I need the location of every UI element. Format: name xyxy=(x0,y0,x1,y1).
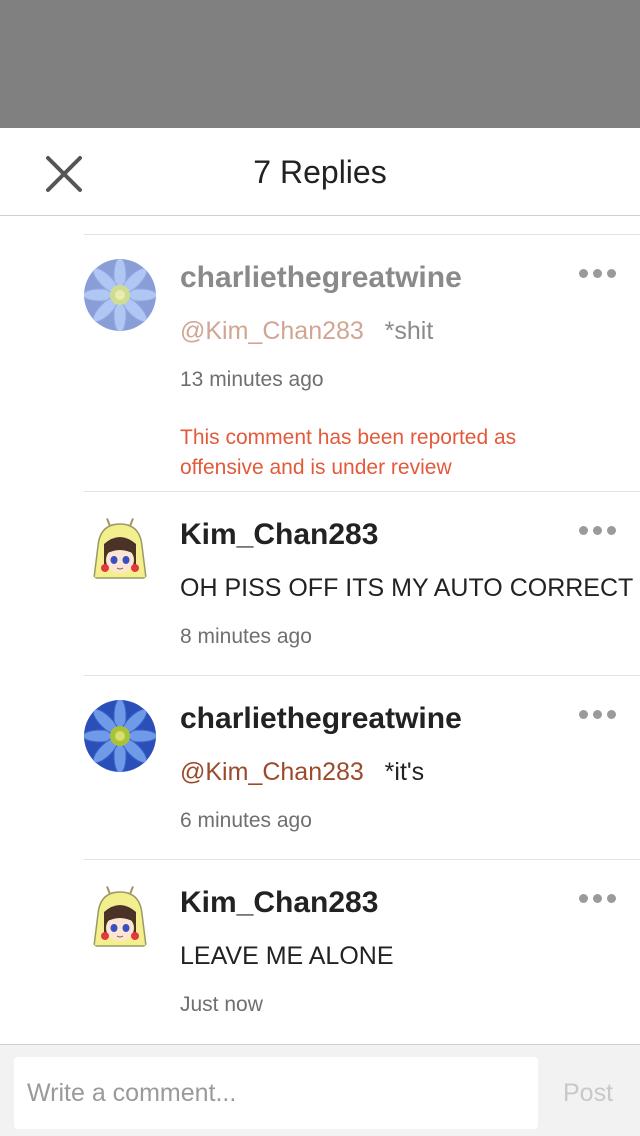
comment-body: OH PISS OFF ITS MY AUTO CORRECT xyxy=(180,574,633,603)
comment-username[interactable]: Kim_Chan283 xyxy=(180,886,378,920)
comment-mention[interactable]: @Kim_Chan283 xyxy=(180,758,364,786)
comment-text: *it's xyxy=(384,758,425,786)
comment-username[interactable]: charliethegreatwine xyxy=(180,702,462,736)
more-options-button[interactable] xyxy=(578,888,618,908)
comment-item: Kim_Chan283 OH PISS OFF ITS MY AUTO CORR… xyxy=(0,492,640,676)
comment-body: @Kim_Chan283 *shit xyxy=(180,317,433,346)
comment-body: @Kim_Chan283 *it's xyxy=(180,758,424,787)
comment-item: charliethegreatwine @Kim_Chan283 *shit 1… xyxy=(0,234,640,492)
anime-character-avatar xyxy=(84,884,156,956)
blue-flower-avatar xyxy=(84,700,156,772)
comment-timestamp: 8 minutes ago xyxy=(180,625,312,648)
more-options-button[interactable] xyxy=(578,704,618,724)
comment-item: Kim_Chan283 LEAVE ME ALONE Just now xyxy=(0,860,640,1044)
comment-username[interactable]: charliethegreatwine xyxy=(180,261,462,295)
more-options-button[interactable] xyxy=(578,520,618,540)
avatar[interactable] xyxy=(84,259,156,331)
avatar[interactable] xyxy=(84,700,156,772)
avatar[interactable] xyxy=(84,884,156,956)
report-notice: This comment has been reported as offens… xyxy=(180,426,517,479)
sheet-header: 7 Replies xyxy=(0,128,640,216)
page-title: 7 Replies xyxy=(253,154,387,190)
anime-character-avatar xyxy=(84,516,156,588)
replies-list[interactable]: charliethegreatwine @Kim_Chan283 *shit 1… xyxy=(0,217,640,1044)
comment-item: charliethegreatwine @Kim_Chan283 *it's 6… xyxy=(0,676,640,860)
background-scrim[interactable] xyxy=(0,0,640,128)
comment-username[interactable]: Kim_Chan283 xyxy=(180,518,378,552)
comment-composer: Post xyxy=(0,1044,640,1136)
comment-mention[interactable]: @Kim_Chan283 xyxy=(180,317,364,345)
comment-text: LEAVE ME ALONE xyxy=(180,942,394,970)
comment-body: LEAVE ME ALONE xyxy=(180,942,394,971)
replies-sheet: 7 Replies charliethegreatwine @Kim_Chan2… xyxy=(0,128,640,1136)
more-options-button[interactable] xyxy=(578,263,618,283)
comment-timestamp: 6 minutes ago xyxy=(180,809,312,832)
comment-text: OH PISS OFF ITS MY AUTO CORRECT xyxy=(180,574,634,602)
comment-text: *shit xyxy=(384,317,434,345)
comment-timestamp: Just now xyxy=(180,993,263,1016)
comment-input[interactable] xyxy=(14,1057,538,1129)
post-button[interactable]: Post xyxy=(548,1057,628,1129)
comment-timestamp: 13 minutes ago xyxy=(180,368,324,391)
avatar[interactable] xyxy=(84,516,156,588)
blue-flower-avatar xyxy=(84,259,156,331)
